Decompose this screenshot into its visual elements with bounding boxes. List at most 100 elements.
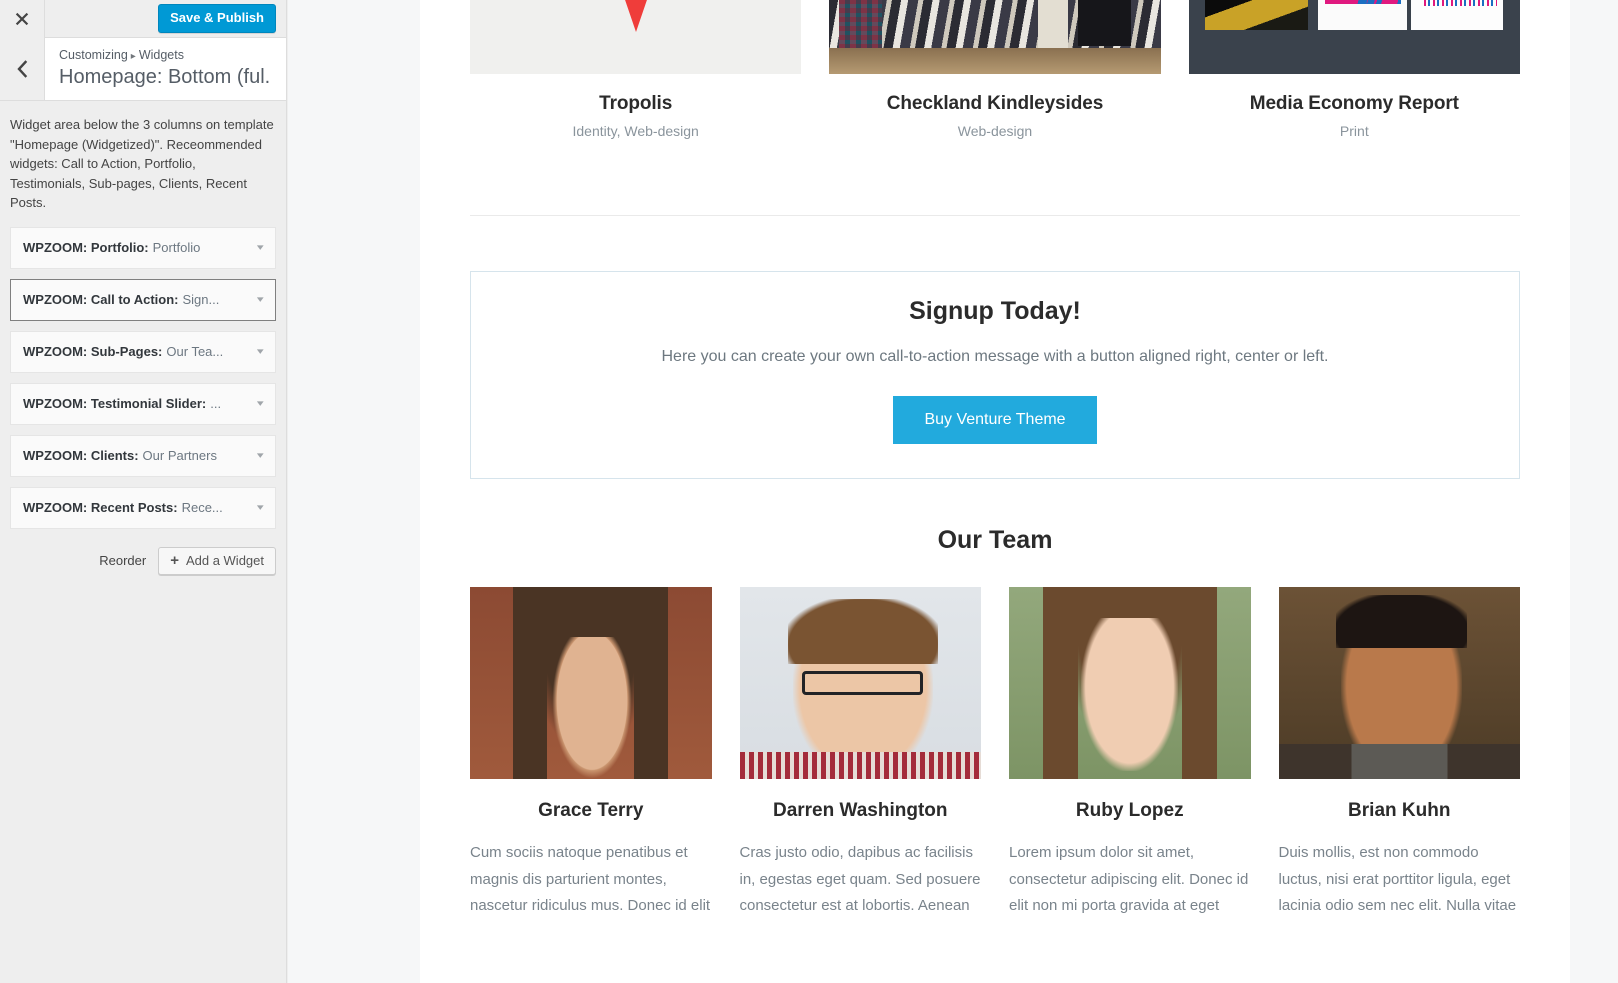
team-member-bio: Lorem ipsum dolor sit amet, consectetur … [1009, 844, 1249, 915]
call-to-action-widget: Signup Today! Here you can create your o… [470, 271, 1520, 479]
widget-actions: Reorder + Add a Widget [0, 539, 286, 575]
widget-instance-label: Portfolio [152, 240, 201, 255]
thumbnail-detail [1205, 0, 1308, 30]
avatar-detail [1278, 744, 1520, 779]
widget-row-sub-pages[interactable]: WPZOOM: Sub-Pages: Our Tea... ▾ [10, 330, 276, 373]
portfolio-item[interactable]: Checkland Kindleysides Web-design [829, 0, 1161, 139]
widget-instance-label: Sign... [182, 292, 220, 307]
chevron-down-icon[interactable]: ▾ [257, 243, 264, 252]
add-a-widget-button[interactable]: + Add a Widget [158, 546, 276, 575]
chevron-left-icon [17, 60, 28, 78]
portfolio-thumbnail[interactable] [470, 0, 802, 74]
team-member[interactable]: Darren Washington Cras justo odio, dapib… [739, 587, 981, 920]
team-member-bio: Cras justo odio, dapibus ac facilisis in… [739, 844, 981, 915]
widget-row-clients[interactable]: WPZOOM: Clients: Our Partners ▾ [10, 434, 276, 477]
team-member-name: Darren Washington [772, 800, 948, 821]
save-and-publish-button[interactable]: Save & Publish [158, 4, 276, 33]
panel-title-group: Customizing ▸ Widgets Homepage: Bottom (fu… [45, 38, 286, 100]
widget-area-description: Widget area below the 3 columns on templ… [10, 117, 274, 210]
avatar-detail [739, 752, 981, 779]
add-a-widget-label: Add a Widget [185, 552, 264, 568]
customizer-sidebar: Save & Publish Customizing ▸ Widgets Homep… [0, 0, 287, 983]
widget-type-label: WPZOOM: Testimonial Slider: [23, 396, 207, 411]
section-divider [470, 215, 1520, 216]
team-member[interactable]: Brian Kuhn Duis mollis, est non commodo … [1278, 587, 1520, 920]
site-preview-frame[interactable]: Tropolis Identity, Web-design Checkland … [288, 0, 1618, 983]
portfolio-category: Print [1339, 123, 1369, 139]
preview-page: Tropolis Identity, Web-design Checkland … [420, 0, 1570, 983]
portfolio-category: Identity, Web-design [572, 123, 699, 139]
chevron-down-icon[interactable]: ▾ [257, 451, 264, 460]
avatar[interactable] [1009, 587, 1251, 779]
chevron-down-icon[interactable]: ▾ [257, 347, 264, 356]
thumbnail-detail [1077, 0, 1131, 46]
widget-type-label: WPZOOM: Sub-Pages: [23, 344, 163, 359]
cta-title: Signup Today! [909, 297, 1081, 325]
widget-row-recent-posts[interactable]: WPZOOM: Recent Posts: Rece... ▾ [10, 486, 276, 529]
cta-message: Here you can create your own call-to-act… [661, 348, 1329, 365]
breadcrumb: Customizing ▸ Widgets [59, 47, 272, 63]
team-section-heading: Our Team [937, 526, 1053, 554]
avatar-detail [1081, 617, 1179, 772]
widget-instance-label: ... [210, 396, 222, 411]
portfolio-title: Checkland Kindleysides [886, 93, 1104, 114]
widget-type-label: WPZOOM: Call to Action: [23, 292, 179, 307]
team-member-bio: Duis mollis, est non commodo luctus, nis… [1278, 844, 1517, 915]
thumbnail-detail [829, 48, 1161, 74]
portfolio-title: Tropolis [599, 93, 673, 114]
panel-header: Customizing ▸ Widgets Homepage: Bottom (fu… [0, 38, 286, 101]
team-grid: Grace Terry Cum sociis natoque penatibus… [470, 587, 1520, 920]
widget-list: WPZOOM: Portfolio: Portfolio ▾ WPZOOM: C… [0, 219, 286, 529]
triangle-icon [607, 0, 664, 32]
portfolio-title: Media Economy Report [1249, 93, 1459, 114]
widget-row-testimonial-slider[interactable]: WPZOOM: Testimonial Slider: ... ▾ [10, 382, 276, 425]
breadcrumb-current: Widgets [138, 48, 184, 62]
thumbnail-detail [1038, 0, 1068, 54]
page-content: Tropolis Identity, Web-design Checkland … [470, 0, 1520, 920]
team-member[interactable]: Grace Terry Cum sociis natoque penatibus… [470, 587, 712, 920]
thumbnail-detail [1324, 0, 1401, 4]
avatar-detail [552, 636, 632, 779]
widget-instance-label: Our Tea... [166, 344, 224, 359]
avatar-detail [1336, 594, 1467, 649]
widget-instance-label: Our Partners [142, 448, 217, 463]
chevron-down-icon[interactable]: ▾ [257, 399, 264, 408]
team-member-name: Grace Terry [538, 800, 644, 821]
back-button[interactable] [0, 38, 45, 100]
widget-row-portfolio[interactable]: WPZOOM: Portfolio: Portfolio ▾ [10, 226, 276, 269]
page-title: Homepage: Bottom (ful... [59, 66, 272, 89]
portfolio-item[interactable]: Tropolis Identity, Web-design [470, 0, 802, 139]
chevron-down-icon[interactable]: ▾ [257, 503, 264, 512]
close-icon [15, 12, 29, 25]
customizer-topbar: Save & Publish [0, 0, 286, 38]
widget-row-call-to-action[interactable]: WPZOOM: Call to Action: Sign... ▾ [10, 278, 276, 321]
avatar[interactable] [470, 587, 712, 779]
plus-icon: + [170, 551, 179, 569]
chevron-down-icon[interactable]: ▾ [257, 295, 264, 304]
portfolio-thumbnail[interactable] [1188, 0, 1520, 74]
portfolio-grid: Tropolis Identity, Web-design Checkland … [470, 0, 1520, 139]
portfolio-category: Web-design [957, 123, 1033, 139]
portfolio-thumbnail[interactable] [829, 0, 1161, 74]
portfolio-item[interactable]: Media Economy Report Print [1188, 0, 1520, 139]
buy-venture-theme-button[interactable]: Buy Venture Theme [893, 396, 1097, 444]
avatar[interactable] [739, 587, 981, 779]
widget-type-label: WPZOOM: Clients: [23, 448, 139, 463]
thumbnail-detail [1317, 0, 1408, 30]
team-member-name: Brian Kuhn [1348, 800, 1451, 821]
avatar[interactable] [1278, 587, 1520, 779]
close-customizer-button[interactable] [0, 0, 45, 38]
customizer-screen: Save & Publish Customizing ▸ Widgets Homep… [0, 0, 1618, 983]
widget-type-label: WPZOOM: Recent Posts: [23, 500, 178, 515]
team-member[interactable]: Ruby Lopez Lorem ipsum dolor sit amet, c… [1009, 587, 1251, 920]
breadcrumb-separator-icon: ▸ [130, 51, 136, 62]
thumbnail-detail [1423, 0, 1497, 6]
breadcrumb-root: Customizing [59, 48, 128, 62]
reorder-button[interactable]: Reorder [99, 553, 146, 568]
team-member-bio: Cum sociis natoque penatibus et magnis d… [470, 844, 711, 915]
team-member-name: Ruby Lopez [1075, 800, 1184, 821]
avatar-detail [802, 671, 924, 695]
widget-type-label: WPZOOM: Portfolio: [23, 240, 149, 255]
avatar-detail [787, 598, 938, 664]
widget-instance-label: Rece... [181, 500, 223, 515]
